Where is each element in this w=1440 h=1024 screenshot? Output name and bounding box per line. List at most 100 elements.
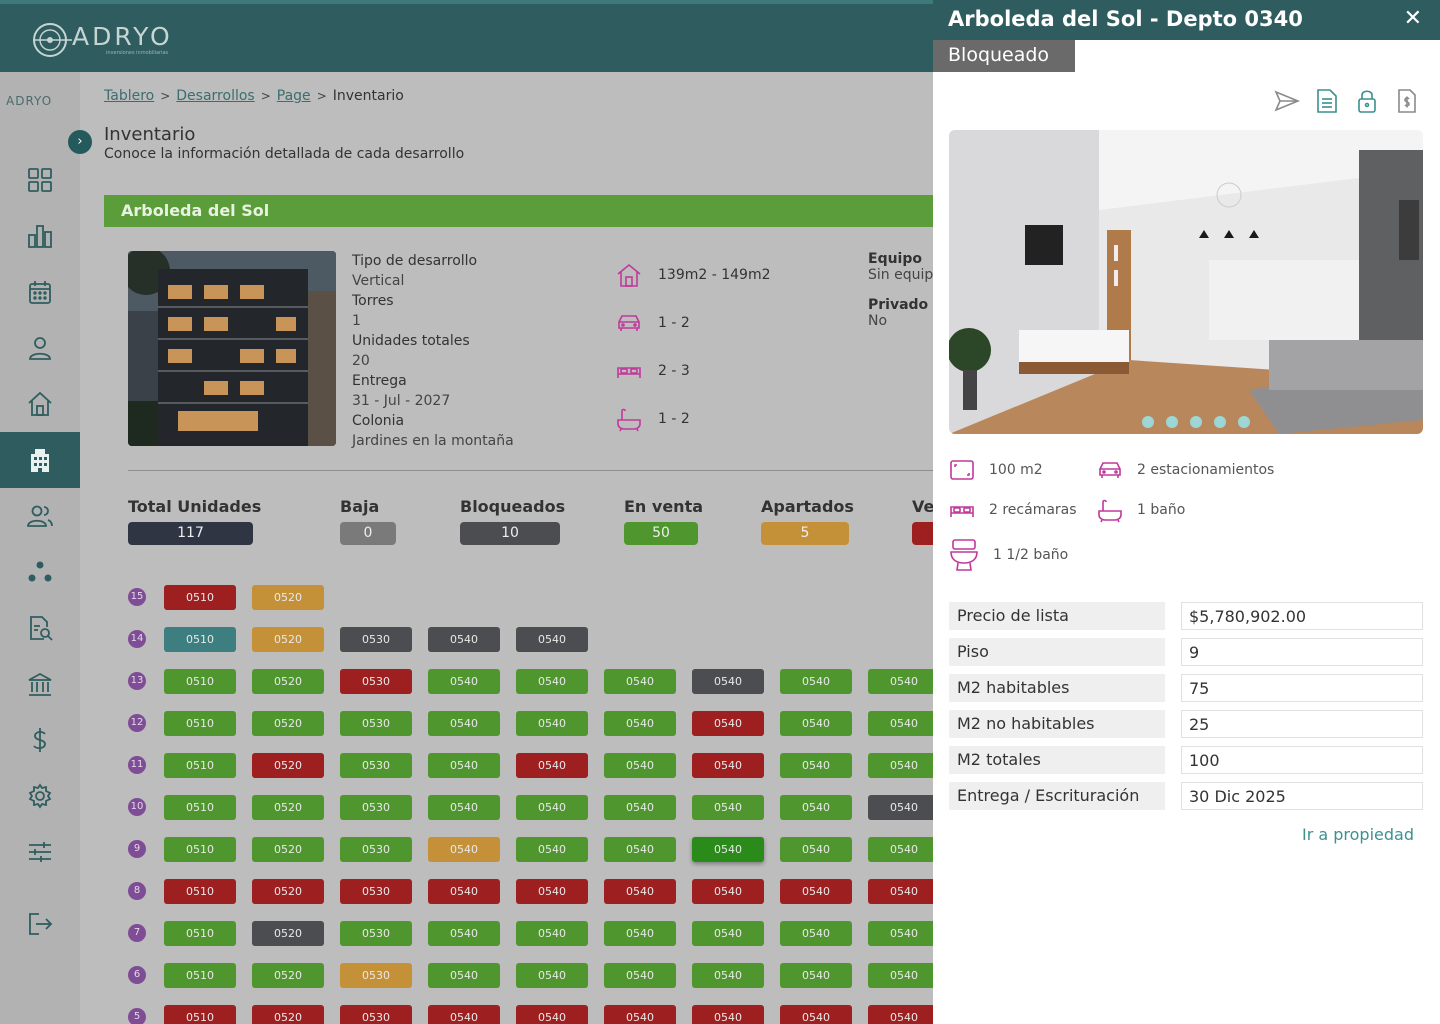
stat-count-pill[interactable]: 10 [460,522,560,545]
unit-cell[interactable]: 0540 [780,879,852,904]
unit-cell[interactable]: 0520 [252,963,324,988]
unit-cell[interactable]: 0540 [780,711,852,736]
sidebar-item-logout[interactable] [0,896,80,952]
unit-cell[interactable]: 0540 [692,921,764,946]
unit-cell[interactable]: 0530 [340,837,412,862]
unit-cell[interactable]: 0530 [340,669,412,694]
sidebar-item-filters[interactable] [0,824,80,880]
unit-cell[interactable]: 0540 [780,1005,852,1024]
sidebar-item-document-search[interactable] [0,600,80,656]
unit-cell[interactable]: 0510 [164,585,236,610]
unit-cell[interactable]: 0520 [252,753,324,778]
unit-cell[interactable]: 0520 [252,921,324,946]
gallery-dot[interactable] [1142,416,1154,428]
gallery-dot[interactable] [1166,416,1178,428]
unit-cell[interactable]: 0540 [604,711,676,736]
unit-cell[interactable]: 0540 [868,669,933,694]
unit-cell[interactable]: 0540 [692,669,764,694]
send-icon[interactable] [1274,88,1300,114]
unit-cell[interactable]: 0540 [868,753,933,778]
unit-cell[interactable]: 0520 [252,711,324,736]
unit-cell[interactable]: 0540 [868,711,933,736]
stat-count-pill[interactable]: 117 [128,522,253,545]
sidebar-item-reports[interactable] [0,208,80,264]
go-to-property-link[interactable]: Ir a propiedad [1302,825,1414,844]
unit-cell[interactable]: 0540 [868,795,933,820]
unit-cell[interactable]: 0530 [340,921,412,946]
unit-cell[interactable]: 0520 [252,879,324,904]
unit-cell[interactable]: 0510 [164,627,236,652]
lock-icon[interactable] [1354,88,1380,114]
unit-cell[interactable]: 0540 [516,921,588,946]
unit-cell[interactable]: 0540 [516,795,588,820]
unit-cell[interactable]: 0540 [780,963,852,988]
unit-cell[interactable]: 0540 [780,795,852,820]
unit-cell[interactable]: 0520 [252,837,324,862]
unit-cell[interactable]: 0540 [868,1005,933,1024]
unit-cell[interactable]: 0540 [692,837,764,862]
document-icon[interactable] [1314,88,1340,114]
unit-cell[interactable]: 0510 [164,1005,236,1024]
unit-cell[interactable]: 0540 [516,669,588,694]
sidebar-expand-button[interactable]: › [68,130,92,154]
stat-count-pill[interactable]: 5 [761,522,849,545]
unit-cell[interactable]: 0540 [516,837,588,862]
stat-count-pill[interactable]: 50 [624,522,698,545]
unit-cell[interactable]: 0530 [340,963,412,988]
sidebar-item-dashboard[interactable] [0,152,80,208]
unit-cell[interactable]: 0540 [868,963,933,988]
unit-cell[interactable]: 0510 [164,711,236,736]
unit-cell[interactable]: 0510 [164,669,236,694]
unit-cell[interactable]: 0540 [516,963,588,988]
unit-cell[interactable]: 0530 [340,753,412,778]
unit-cell[interactable]: 0540 [780,669,852,694]
sidebar-item-team[interactable] [0,488,80,544]
brand-logo[interactable]: ADRYO inversiones inmobiliarias [30,18,180,62]
stat-count-pill[interactable]: 50 [912,522,933,545]
unit-cell[interactable]: 0540 [692,963,764,988]
unit-cell[interactable]: 0540 [868,879,933,904]
unit-cell[interactable]: 0510 [164,837,236,862]
unit-cell[interactable]: 0510 [164,879,236,904]
unit-cell[interactable]: 0540 [604,879,676,904]
unit-cell[interactable]: 0530 [340,627,412,652]
breadcrumb-link-desarrollos[interactable]: Desarrollos [176,88,254,104]
unit-cell[interactable]: 0540 [428,669,500,694]
unit-cell[interactable]: 0540 [604,963,676,988]
sidebar-item-settings[interactable] [0,768,80,824]
sidebar-item-profile[interactable] [0,320,80,376]
sidebar-item-finance[interactable] [0,712,80,768]
unit-cell[interactable]: 0540 [868,837,933,862]
unit-cell[interactable]: 0520 [252,1005,324,1024]
unit-cell[interactable]: 0530 [340,711,412,736]
unit-cell[interactable]: 0540 [516,1005,588,1024]
unit-cell[interactable]: 0510 [164,963,236,988]
unit-cell[interactable]: 0540 [516,753,588,778]
unit-cell[interactable]: 0510 [164,753,236,778]
unit-cell[interactable]: 0540 [604,921,676,946]
unit-cell[interactable]: 0540 [428,879,500,904]
sidebar-item-network[interactable] [0,544,80,600]
unit-cell[interactable]: 0530 [340,795,412,820]
unit-cell[interactable]: 0540 [604,669,676,694]
unit-cell[interactable]: 0540 [516,711,588,736]
unit-cell[interactable]: 0520 [252,585,324,610]
unit-cell[interactable]: 0540 [428,1005,500,1024]
unit-cell[interactable]: 0540 [692,879,764,904]
gallery-dot[interactable] [1214,416,1226,428]
unit-cell[interactable]: 0530 [340,1005,412,1024]
unit-cell[interactable]: 0540 [604,1005,676,1024]
unit-cell[interactable]: 0540 [780,837,852,862]
gallery-dot[interactable] [1238,416,1250,428]
unit-cell[interactable]: 0530 [340,879,412,904]
unit-cell[interactable]: 0540 [516,627,588,652]
unit-cell[interactable]: 0540 [604,753,676,778]
unit-gallery[interactable] [949,130,1423,434]
breadcrumb-link-tablero[interactable]: Tablero [104,88,154,104]
unit-cell[interactable]: 0520 [252,795,324,820]
unit-cell[interactable]: 0510 [164,921,236,946]
stat-count-pill[interactable]: 0 [340,522,396,545]
unit-cell[interactable]: 0520 [252,627,324,652]
unit-cell[interactable]: 0540 [428,711,500,736]
gallery-dot[interactable] [1190,416,1202,428]
